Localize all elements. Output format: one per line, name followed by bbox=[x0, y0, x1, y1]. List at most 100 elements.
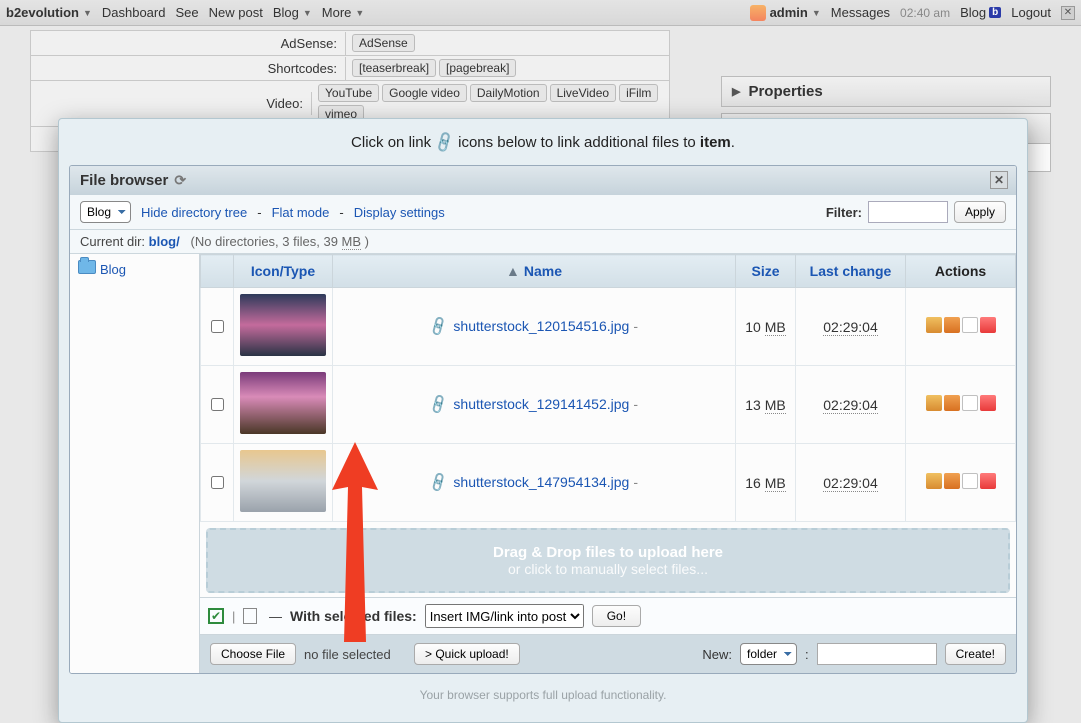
refresh-icon[interactable]: ⟳ bbox=[174, 172, 186, 189]
tag-button[interactable]: Google video bbox=[382, 84, 467, 102]
nav-see[interactable]: See bbox=[175, 5, 198, 20]
with-selected-action[interactable]: Insert IMG/link into post bbox=[425, 604, 584, 628]
file-last-change: 02:29:04 bbox=[823, 319, 878, 336]
file-name-link[interactable]: shutterstock_129141452.jpg bbox=[453, 396, 629, 412]
tag-button[interactable]: iFilm bbox=[619, 84, 658, 102]
filter-label: Filter: bbox=[826, 205, 862, 220]
select-all-button[interactable]: ✔ bbox=[208, 608, 224, 624]
nav-blog[interactable]: Blog ▼ bbox=[273, 5, 312, 20]
currentdir-label: Current dir: bbox=[80, 234, 149, 249]
apply-filter-button[interactable]: Apply bbox=[954, 201, 1006, 223]
file-size: 13 MB bbox=[736, 366, 796, 444]
nav-more[interactable]: More ▼ bbox=[322, 5, 365, 20]
new-type-select[interactable]: folder bbox=[740, 643, 797, 665]
triangle-right-icon: ▶ bbox=[732, 85, 740, 98]
caret-down-icon: ▼ bbox=[812, 8, 821, 18]
file-browser-modal: Click on link 🔗 icons below to link addi… bbox=[58, 118, 1028, 723]
folder-icon bbox=[78, 260, 96, 274]
col-checkbox bbox=[201, 255, 234, 288]
display-settings-link[interactable]: Display settings bbox=[354, 205, 445, 220]
currentdir-link[interactable]: blog/ bbox=[149, 234, 180, 249]
row-label: Video: bbox=[31, 92, 312, 115]
nav-logout[interactable]: Logout bbox=[1011, 5, 1051, 20]
nav-messages[interactable]: Messages bbox=[831, 5, 890, 20]
tag-button[interactable]: YouTube bbox=[318, 84, 379, 102]
new-label: New: bbox=[702, 647, 732, 662]
dropzone-sub: or click to manually select files... bbox=[208, 561, 1008, 577]
quick-upload-button[interactable]: > Quick upload! bbox=[414, 643, 520, 665]
tag-button[interactable]: LiveVideo bbox=[550, 84, 617, 102]
tag-button[interactable]: AdSense bbox=[352, 34, 415, 52]
file-table: Icon/Type ▲Name Size Last change Actions… bbox=[200, 254, 1016, 522]
drop-zone[interactable]: Drag & Drop files to upload here or clic… bbox=[206, 528, 1010, 593]
file-size: 10 MB bbox=[736, 288, 796, 366]
copy-icon[interactable] bbox=[962, 317, 978, 333]
select-none-button[interactable] bbox=[243, 608, 257, 624]
flat-mode-link[interactable]: Flat mode bbox=[272, 205, 330, 220]
file-size: 16 MB bbox=[736, 444, 796, 522]
filter-input[interactable] bbox=[868, 201, 948, 223]
close-modal-button[interactable]: ✕ bbox=[990, 171, 1008, 189]
tag-button[interactable]: [teaserbreak] bbox=[352, 59, 436, 77]
choose-file-button[interactable]: Choose File bbox=[210, 643, 296, 665]
col-size[interactable]: Size bbox=[736, 255, 796, 288]
caret-down-icon: ▼ bbox=[83, 8, 92, 18]
dir-stats: (No directories, 3 files, 39 MB ) bbox=[191, 234, 369, 250]
move-icon[interactable] bbox=[944, 473, 960, 489]
attach-icon[interactable]: 🔗 bbox=[427, 315, 451, 338]
user-menu[interactable]: admin ▼ bbox=[750, 5, 821, 21]
col-last-change[interactable]: Last change bbox=[796, 255, 906, 288]
panel-properties-toggle[interactable]: ▶Properties bbox=[721, 76, 1051, 107]
tag-button[interactable]: DailyMotion bbox=[470, 84, 547, 102]
go-button[interactable]: Go! bbox=[592, 605, 641, 627]
move-icon[interactable] bbox=[944, 317, 960, 333]
collapse-bar-button[interactable]: ✕ bbox=[1061, 6, 1075, 20]
thumbnail[interactable] bbox=[240, 372, 326, 434]
edit-icon[interactable] bbox=[926, 317, 942, 333]
file-name-link[interactable]: shutterstock_147954134.jpg bbox=[453, 474, 629, 490]
hide-tree-link[interactable]: Hide directory tree bbox=[141, 205, 247, 220]
col-name[interactable]: ▲Name bbox=[333, 255, 736, 288]
brand-menu[interactable]: b2evolution ▼ bbox=[6, 5, 92, 20]
thumbnail[interactable] bbox=[240, 294, 326, 356]
caret-down-icon: ▼ bbox=[355, 8, 364, 18]
user-avatar-icon bbox=[750, 5, 766, 21]
move-icon[interactable] bbox=[944, 395, 960, 411]
row-label: AdSense: bbox=[31, 32, 346, 55]
attach-icon[interactable]: 🔗 bbox=[427, 393, 451, 416]
row-label: Shortcodes: bbox=[31, 57, 346, 80]
row-checkbox[interactable] bbox=[211, 320, 224, 333]
tag-button[interactable]: [pagebreak] bbox=[439, 59, 516, 77]
file-last-change: 02:29:04 bbox=[823, 397, 878, 414]
delete-icon[interactable] bbox=[980, 473, 996, 489]
root-select[interactable]: Blog bbox=[80, 201, 131, 223]
edit-icon[interactable] bbox=[926, 395, 942, 411]
tree-root-blog[interactable]: Blog bbox=[78, 260, 191, 277]
copy-icon[interactable] bbox=[962, 473, 978, 489]
copy-icon[interactable] bbox=[962, 395, 978, 411]
b-badge-icon: b bbox=[989, 7, 1001, 18]
file-name-link[interactable]: shutterstock_120154516.jpg bbox=[453, 318, 629, 334]
create-button[interactable]: Create! bbox=[945, 643, 1006, 665]
nav-dashboard[interactable]: Dashboard bbox=[102, 5, 166, 20]
attach-icon[interactable]: 🔗 bbox=[427, 471, 451, 494]
nav-blog-link[interactable]: Blogb bbox=[960, 5, 1001, 20]
modal-intro: Click on link 🔗 icons below to link addi… bbox=[59, 119, 1027, 165]
dropzone-title: Drag & Drop files to upload here bbox=[208, 544, 1008, 561]
nav-new-post[interactable]: New post bbox=[209, 5, 263, 20]
no-file-label: no file selected bbox=[304, 647, 391, 662]
file-browser-title: File browser ⟳ ✕ bbox=[70, 166, 1016, 195]
col-actions: Actions bbox=[906, 255, 1016, 288]
new-name-input[interactable] bbox=[817, 643, 937, 665]
col-icon[interactable]: Icon/Type bbox=[234, 255, 333, 288]
delete-icon[interactable] bbox=[980, 317, 996, 333]
upload-support-note: Your browser supports full upload functi… bbox=[59, 688, 1027, 702]
with-selected-label: With selected files: bbox=[290, 608, 417, 624]
edit-icon[interactable] bbox=[926, 473, 942, 489]
thumbnail[interactable] bbox=[240, 450, 326, 512]
file-last-change: 02:29:04 bbox=[823, 475, 878, 492]
row-checkbox[interactable] bbox=[211, 476, 224, 489]
file-row: 🔗shutterstock_120154516.jpg-10 MB02:29:0… bbox=[201, 288, 1016, 366]
row-checkbox[interactable] bbox=[211, 398, 224, 411]
delete-icon[interactable] bbox=[980, 395, 996, 411]
